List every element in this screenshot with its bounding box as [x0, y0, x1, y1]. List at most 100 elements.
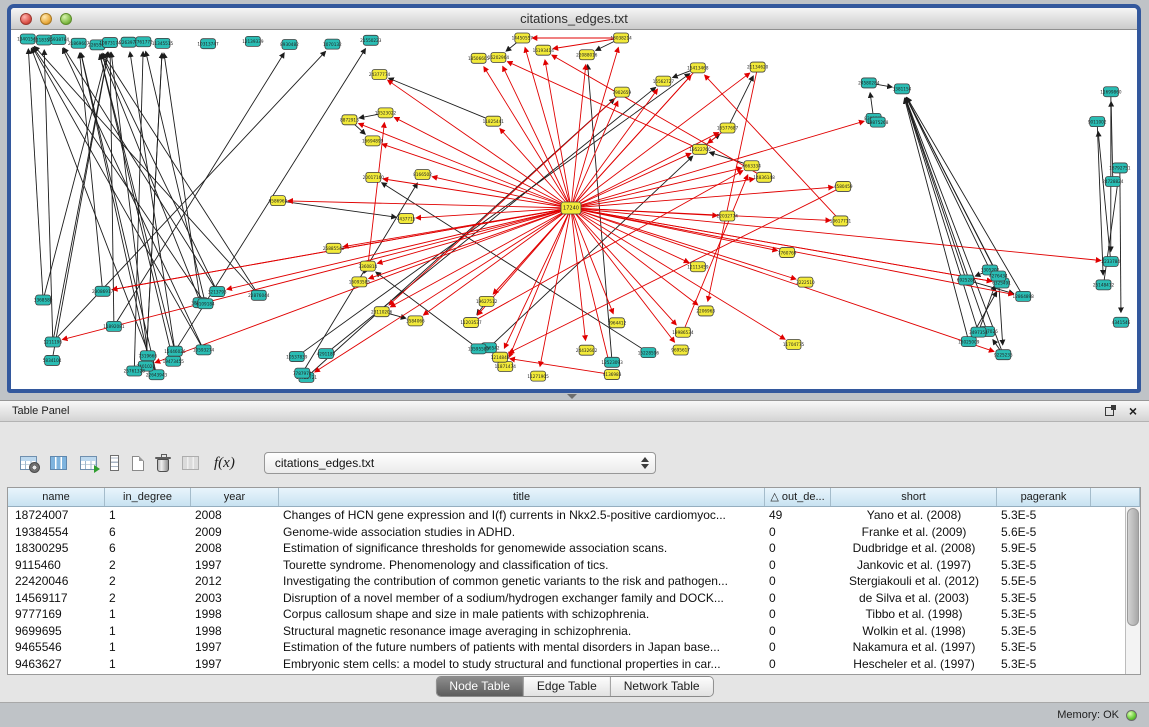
minimize-window-button[interactable] [40, 13, 52, 25]
svg-text:9695617: 9695617 [671, 348, 690, 353]
svg-text:24377774: 24377774 [369, 72, 391, 77]
svg-text:7761772: 7761772 [134, 39, 153, 44]
zoom-window-button[interactable] [60, 13, 72, 25]
panel-collapse-handle[interactable] [567, 394, 577, 399]
svg-text:11871474: 11871474 [495, 364, 517, 369]
tab-edge-table[interactable]: Edge Table [524, 677, 611, 696]
cell-out_degree: 0 [765, 639, 831, 656]
column-header-name[interactable]: name [8, 488, 105, 506]
table-settings-icon[interactable] [20, 456, 37, 470]
close-panel-icon[interactable]: × [1129, 406, 1137, 416]
cell-in_degree: 2 [105, 573, 191, 590]
svg-text:18792751: 18792751 [1109, 166, 1131, 171]
svg-text:8166502: 8166502 [413, 172, 432, 177]
table-tabs: Node TableEdge TableNetwork Table [435, 676, 713, 697]
svg-text:7319666: 7319666 [138, 353, 157, 358]
network-window[interactable]: citations_edges.txt 16202964144505571619… [7, 4, 1141, 393]
svg-text:2206963: 2206963 [696, 309, 715, 314]
cell-title: Genome-wide association studies in ADHD. [279, 524, 765, 541]
cell-name: 9463627 [8, 656, 105, 673]
tab-network-table[interactable]: Network Table [611, 677, 713, 696]
svg-text:4136983: 4136983 [603, 372, 622, 377]
svg-text:3213793: 3213793 [208, 289, 227, 294]
network-window-titlebar[interactable]: citations_edges.txt [11, 8, 1137, 30]
new-file-icon[interactable] [132, 456, 144, 471]
svg-text:5834104: 5834104 [43, 358, 62, 363]
svg-text:24580284: 24580284 [858, 81, 880, 86]
function-builder-icon[interactable]: f(x) [212, 455, 235, 472]
cell-pagerank: 5.3E-5 [997, 606, 1091, 623]
svg-text:11704775: 11704775 [783, 342, 805, 347]
column-header-in_degree[interactable]: in_degree [105, 488, 191, 506]
svg-text:19875268: 19875268 [867, 120, 889, 125]
table-row[interactable]: 1830029562008Estimation of significance … [8, 540, 1125, 557]
svg-text:6925286: 6925286 [957, 278, 976, 283]
table-row[interactable]: 946362711997Embryonic stem cells: a mode… [8, 656, 1125, 673]
table-selector[interactable]: citations_edges.txt [264, 452, 656, 474]
column-header-short[interactable]: short [831, 488, 997, 506]
column-header-title[interactable]: title [279, 488, 765, 506]
memory-status-label: Memory: OK [1057, 709, 1119, 721]
cell-pagerank: 5.3E-5 [997, 623, 1091, 640]
cell-short: Jankovic et al. (1997) [831, 557, 997, 574]
cell-name: 9777169 [8, 606, 105, 623]
column-header-year[interactable]: year [191, 488, 279, 506]
cell-short: Yano et al. (2008) [831, 507, 997, 524]
cell-in_degree: 1 [105, 507, 191, 524]
show-columns-icon[interactable] [50, 456, 67, 470]
table-row[interactable]: 969969511998Structural magnetic resonanc… [8, 623, 1125, 640]
svg-text:22088016: 22088016 [576, 52, 598, 57]
table-row[interactable]: 911546021997Tourette syndrome. Phenomeno… [8, 557, 1125, 574]
cell-name: 9465546 [8, 639, 105, 656]
svg-text:6109184: 6109184 [196, 301, 215, 306]
network-canvas[interactable]: 1620296414450557161934142208801618038214… [11, 30, 1137, 390]
rows-icon[interactable] [110, 455, 119, 471]
svg-text:24728824: 24728824 [1102, 179, 1124, 184]
table-row[interactable]: 1456911722003Disruption of a novel membe… [8, 590, 1125, 607]
table-row[interactable]: 946554611997Estimation of the future num… [8, 639, 1125, 656]
table-row[interactable]: 1872400712008Changes of HCN gene express… [8, 507, 1125, 524]
svg-text:12113459: 12113459 [687, 264, 709, 269]
tab-node-table[interactable]: Node Table [436, 677, 524, 696]
cell-out_degree: 0 [765, 524, 831, 541]
svg-text:15562727: 15562727 [653, 79, 675, 84]
table-row[interactable]: 1938455462009Genome-wide association stu… [8, 524, 1125, 541]
table-panel-controls: × [1105, 406, 1137, 416]
cell-name: 18724007 [8, 507, 105, 524]
cell-year: 1998 [191, 623, 279, 640]
cell-pagerank: 5.3E-5 [997, 656, 1091, 673]
scrollbar-thumb[interactable] [1127, 508, 1139, 626]
cell-pagerank: 5.3E-5 [997, 639, 1091, 656]
svg-text:3381154: 3381154 [893, 87, 912, 92]
import-table-icon[interactable] [80, 456, 97, 470]
svg-text:18038214: 18038214 [610, 36, 632, 41]
cell-pagerank: 5.3E-5 [997, 507, 1091, 524]
cell-pagerank: 5.6E-5 [997, 524, 1091, 541]
column-header-pagerank[interactable]: pagerank [997, 488, 1091, 506]
cell-out_degree: 0 [765, 606, 831, 623]
svg-text:21869607: 21869607 [68, 41, 90, 46]
table-row[interactable]: 2242004622012Investigating the contribut… [8, 573, 1125, 590]
table-vertical-scrollbar[interactable] [1125, 507, 1140, 674]
svg-text:25885548: 25885548 [323, 246, 345, 251]
float-panel-icon[interactable] [1105, 407, 1114, 416]
svg-text:2233784: 2233784 [1101, 259, 1120, 264]
cell-out_degree: 0 [765, 623, 831, 640]
svg-text:23086917: 23086917 [92, 289, 114, 294]
table-row[interactable]: 977716911998Corpus callosum shape and si… [8, 606, 1125, 623]
cell-out_degree: 0 [765, 557, 831, 574]
close-window-button[interactable] [20, 13, 32, 25]
column-header-out_degree[interactable]: △ out_de... [765, 488, 831, 506]
svg-text:4437715: 4437715 [397, 216, 416, 221]
cell-in_degree: 2 [105, 590, 191, 607]
cell-out_degree: 0 [765, 590, 831, 607]
delete-table-icon[interactable] [157, 459, 169, 472]
table-body: 1872400712008Changes of HCN gene express… [8, 507, 1125, 674]
svg-text:10537839: 10537839 [286, 354, 308, 359]
svg-text:15413468: 15413468 [687, 66, 709, 71]
svg-text:11825441: 11825441 [483, 119, 505, 124]
svg-text:25761328: 25761328 [124, 369, 146, 374]
svg-text:21550223: 21550223 [360, 38, 382, 43]
network-graph[interactable]: 1620296414450557161934142208801618038214… [11, 30, 1137, 390]
svg-text:10873174: 10873174 [99, 40, 121, 45]
